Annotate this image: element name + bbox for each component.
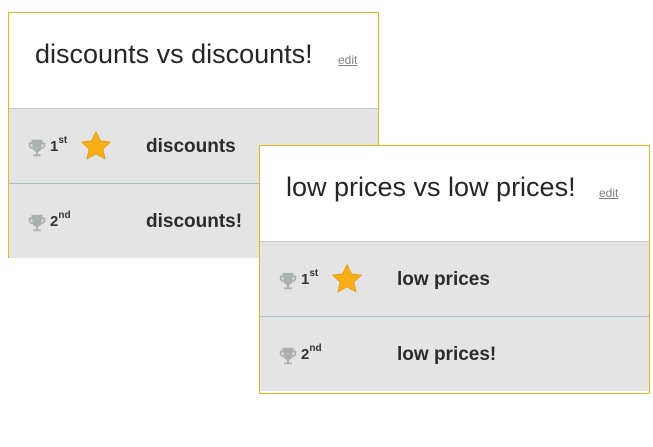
place-label: 1st — [50, 135, 68, 155]
answer-label: low prices — [397, 269, 490, 290]
edit-link[interactable]: edit — [338, 53, 357, 67]
card-header: low prices vs low prices! edit — [260, 146, 649, 241]
trophy-icon — [28, 139, 46, 157]
ranking-row-second: 2nd low prices! — [260, 316, 649, 391]
trophy-icon — [28, 214, 46, 232]
card-title: low prices vs low prices! — [286, 172, 576, 202]
place-label: 2nd — [301, 343, 322, 363]
answer-label: discounts — [146, 136, 236, 157]
comparison-card-low-prices: low prices vs low prices! edit 1st low p… — [259, 145, 650, 394]
place-label: 2nd — [50, 210, 71, 230]
place-label: 1st — [301, 268, 319, 288]
edit-link[interactable]: edit — [599, 186, 618, 200]
answer-label: low prices! — [397, 344, 497, 365]
star-icon — [332, 264, 362, 293]
trophy-icon — [279, 347, 297, 365]
card-title: discounts vs discounts! — [35, 39, 313, 69]
star-icon — [81, 131, 111, 160]
answer-label: discounts! — [146, 211, 243, 232]
card-header: discounts vs discounts! edit — [9, 13, 378, 108]
trophy-icon — [279, 272, 297, 290]
ranking-row-first: 1st low prices — [260, 241, 649, 316]
